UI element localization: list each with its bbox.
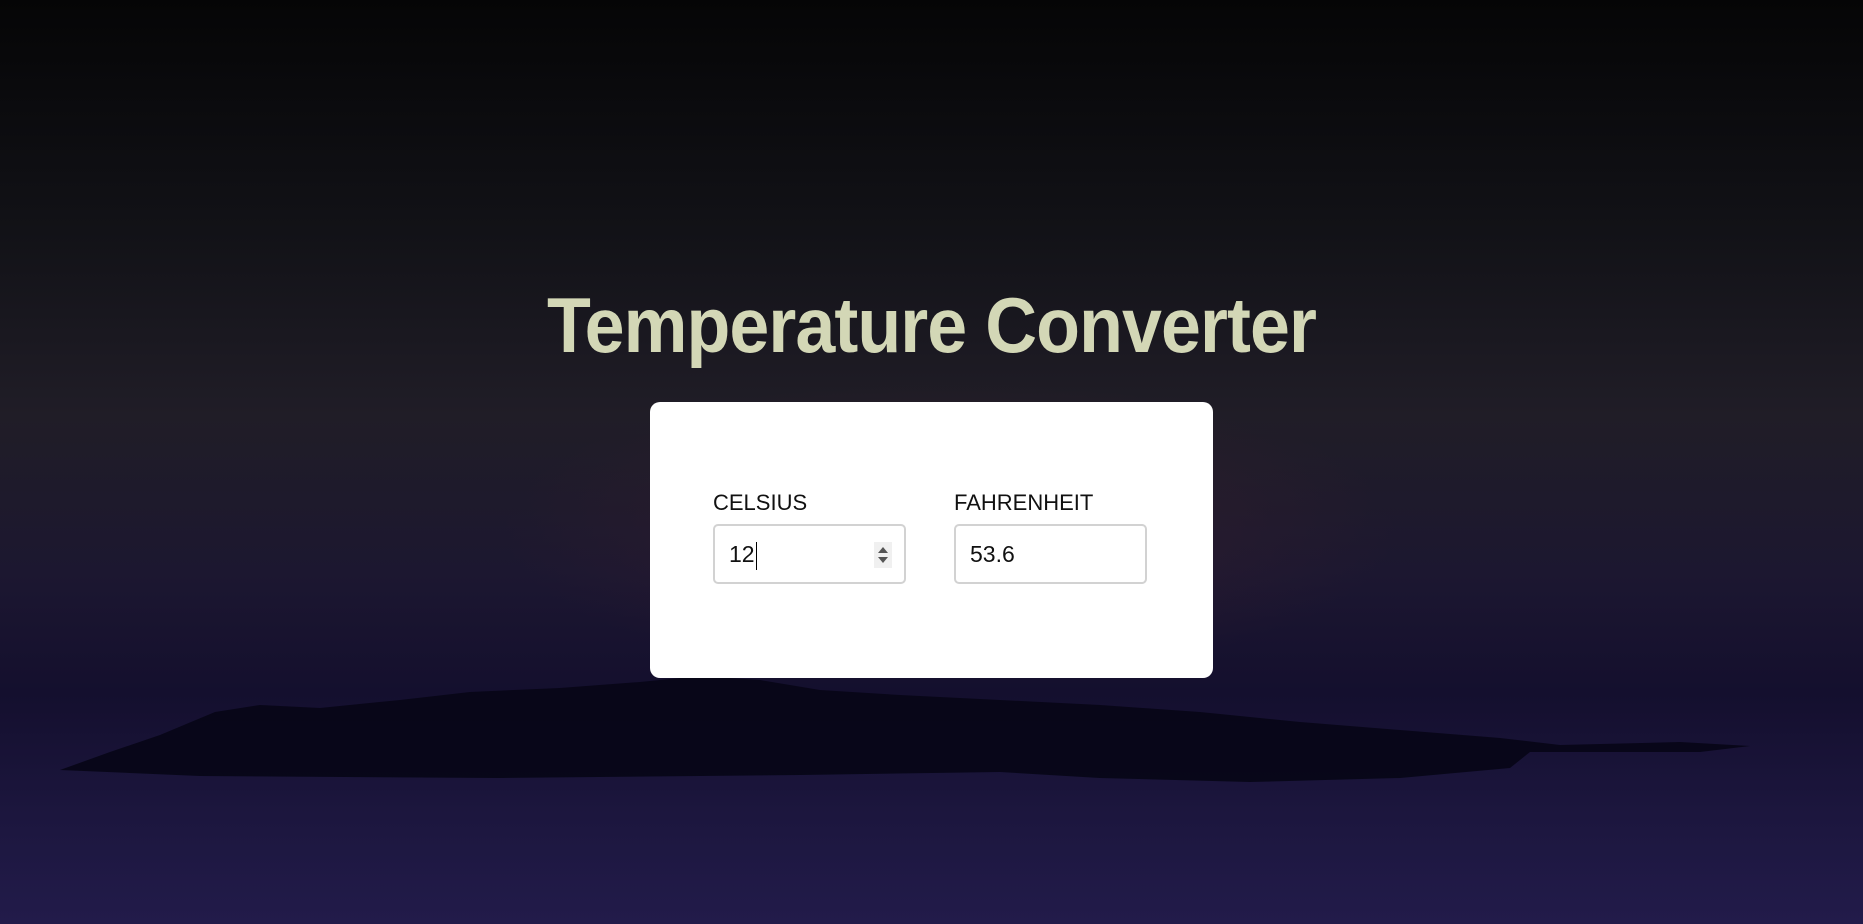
number-spinner[interactable] xyxy=(874,542,892,568)
celsius-label: CELSIUS xyxy=(713,490,808,515)
celsius-field: CELSIUS 12 xyxy=(713,490,906,584)
fahrenheit-value: 53.6 xyxy=(970,541,1015,567)
fahrenheit-input[interactable]: 53.6 xyxy=(954,524,1147,584)
celsius-value: 12 xyxy=(729,541,755,567)
spinner-down-icon[interactable] xyxy=(878,557,888,563)
spinner-up-icon[interactable] xyxy=(878,547,888,553)
text-caret xyxy=(755,541,757,570)
converter-card: CELSIUS 12 FAHRENHEIT 53.6 xyxy=(650,402,1213,678)
celsius-input[interactable]: 12 xyxy=(713,524,906,584)
page-title: Temperature Converter xyxy=(547,281,1317,369)
fahrenheit-label: FAHRENHEIT xyxy=(954,490,1094,515)
fahrenheit-field: FAHRENHEIT 53.6 xyxy=(954,490,1147,584)
